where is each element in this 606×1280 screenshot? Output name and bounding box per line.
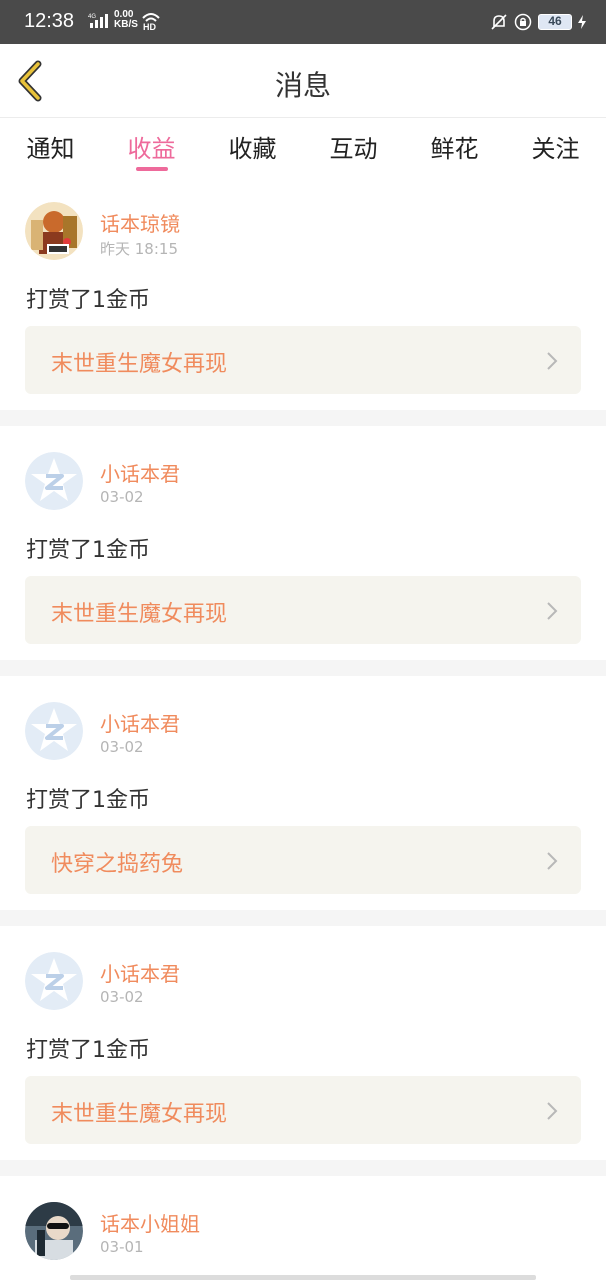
book-link[interactable]: 末世重生魔女再现 <box>25 1076 581 1144</box>
chevron-right-icon <box>547 352 558 370</box>
charging-icon <box>578 15 586 29</box>
message-card: 话本琼镜 昨天 18:15 打赏了1金币 末世重生魔女再现 <box>0 176 606 426</box>
tab-notifications[interactable]: 通知 <box>6 119 96 175</box>
message-card: 小话本君 03-02 打赏了1金币 末世重生魔女再现 <box>0 926 606 1176</box>
svg-text:HD: HD <box>143 22 156 31</box>
message-time: 03-02 <box>100 738 144 756</box>
message-action: 打赏了1金币 <box>26 1038 150 1063</box>
book-title: 快穿之捣药兔 <box>51 852 184 877</box>
card-divider <box>0 910 606 926</box>
book-link[interactable]: 末世重生魔女再现 <box>25 326 581 394</box>
wifi-hd-icon: HD <box>142 13 160 31</box>
book-title: 末世重生魔女再现 <box>51 1102 228 1127</box>
message-action: 打赏了1金币 <box>26 788 150 813</box>
default-avatar-icon[interactable] <box>25 952 83 1010</box>
status-time: 12:38 <box>24 10 75 32</box>
message-time: 03-02 <box>100 988 144 1006</box>
message-action: 打赏了1金币 <box>26 538 150 563</box>
message-card: 小话本君 03-02 打赏了1金币 快穿之捣药兔 <box>0 676 606 926</box>
tab-interactions[interactable]: 互动 <box>309 119 399 175</box>
default-avatar-icon[interactable] <box>25 702 83 760</box>
book-title: 末世重生魔女再现 <box>51 352 228 377</box>
message-action: 打赏了1金币 <box>26 288 150 313</box>
svg-text:4G: 4G <box>88 14 96 20</box>
tab-follows[interactable]: 关注 <box>511 119 601 175</box>
message-card: 话本小姐姐 03-01 <box>0 1176 606 1280</box>
message-time: 昨天 18:15 <box>100 240 178 258</box>
tab-earnings[interactable]: 收益 <box>107 119 197 175</box>
page-title: 消息 <box>274 69 331 102</box>
tab-bar: 通知 收益 收藏 互动 鲜花 关注 <box>0 119 606 175</box>
message-time: 03-01 <box>100 1238 144 1256</box>
chevron-right-icon <box>547 852 558 870</box>
book-link[interactable]: 快穿之捣药兔 <box>25 826 581 894</box>
sender-name[interactable]: 话本琼镜 <box>100 208 180 237</box>
user-avatar[interactable] <box>25 1202 83 1260</box>
tab-flowers[interactable]: 鲜花 <box>410 119 500 175</box>
cellular-signal-icon: 4G <box>88 14 108 28</box>
sender-name[interactable]: 小话本君 <box>100 958 180 987</box>
card-divider <box>0 660 606 676</box>
message-time: 03-02 <box>100 488 144 506</box>
status-bar: 12:38 4G 0.00 KB/S HD 46 <box>0 0 606 44</box>
message-list: 话本琼镜 昨天 18:15 打赏了1金币 末世重生魔女再现 小话本君 03-02… <box>0 176 606 1280</box>
sender-name[interactable]: 小话本君 <box>100 708 180 737</box>
app-header: 消息 <box>0 44 606 118</box>
user-avatar[interactable] <box>25 202 83 260</box>
scroll-indicator <box>70 1275 536 1280</box>
card-divider <box>0 1160 606 1176</box>
rotation-lock-icon <box>514 13 532 31</box>
mute-bell-icon <box>491 14 507 30</box>
card-divider <box>0 410 606 426</box>
sender-name[interactable]: 小话本君 <box>100 458 180 487</box>
book-link[interactable]: 末世重生魔女再现 <box>25 576 581 644</box>
sender-name[interactable]: 话本小姐姐 <box>100 1208 200 1237</box>
network-speed: 0.00 KB/S <box>114 9 138 30</box>
battery-indicator: 46 <box>538 14 572 30</box>
chevron-right-icon <box>547 602 558 620</box>
message-card: 小话本君 03-02 打赏了1金币 末世重生魔女再现 <box>0 426 606 676</box>
active-tab-indicator <box>135 167 168 171</box>
chevron-right-icon <box>547 1102 558 1120</box>
book-title: 末世重生魔女再现 <box>51 602 228 627</box>
default-avatar-icon[interactable] <box>25 452 83 510</box>
tab-favorites[interactable]: 收藏 <box>208 119 298 175</box>
